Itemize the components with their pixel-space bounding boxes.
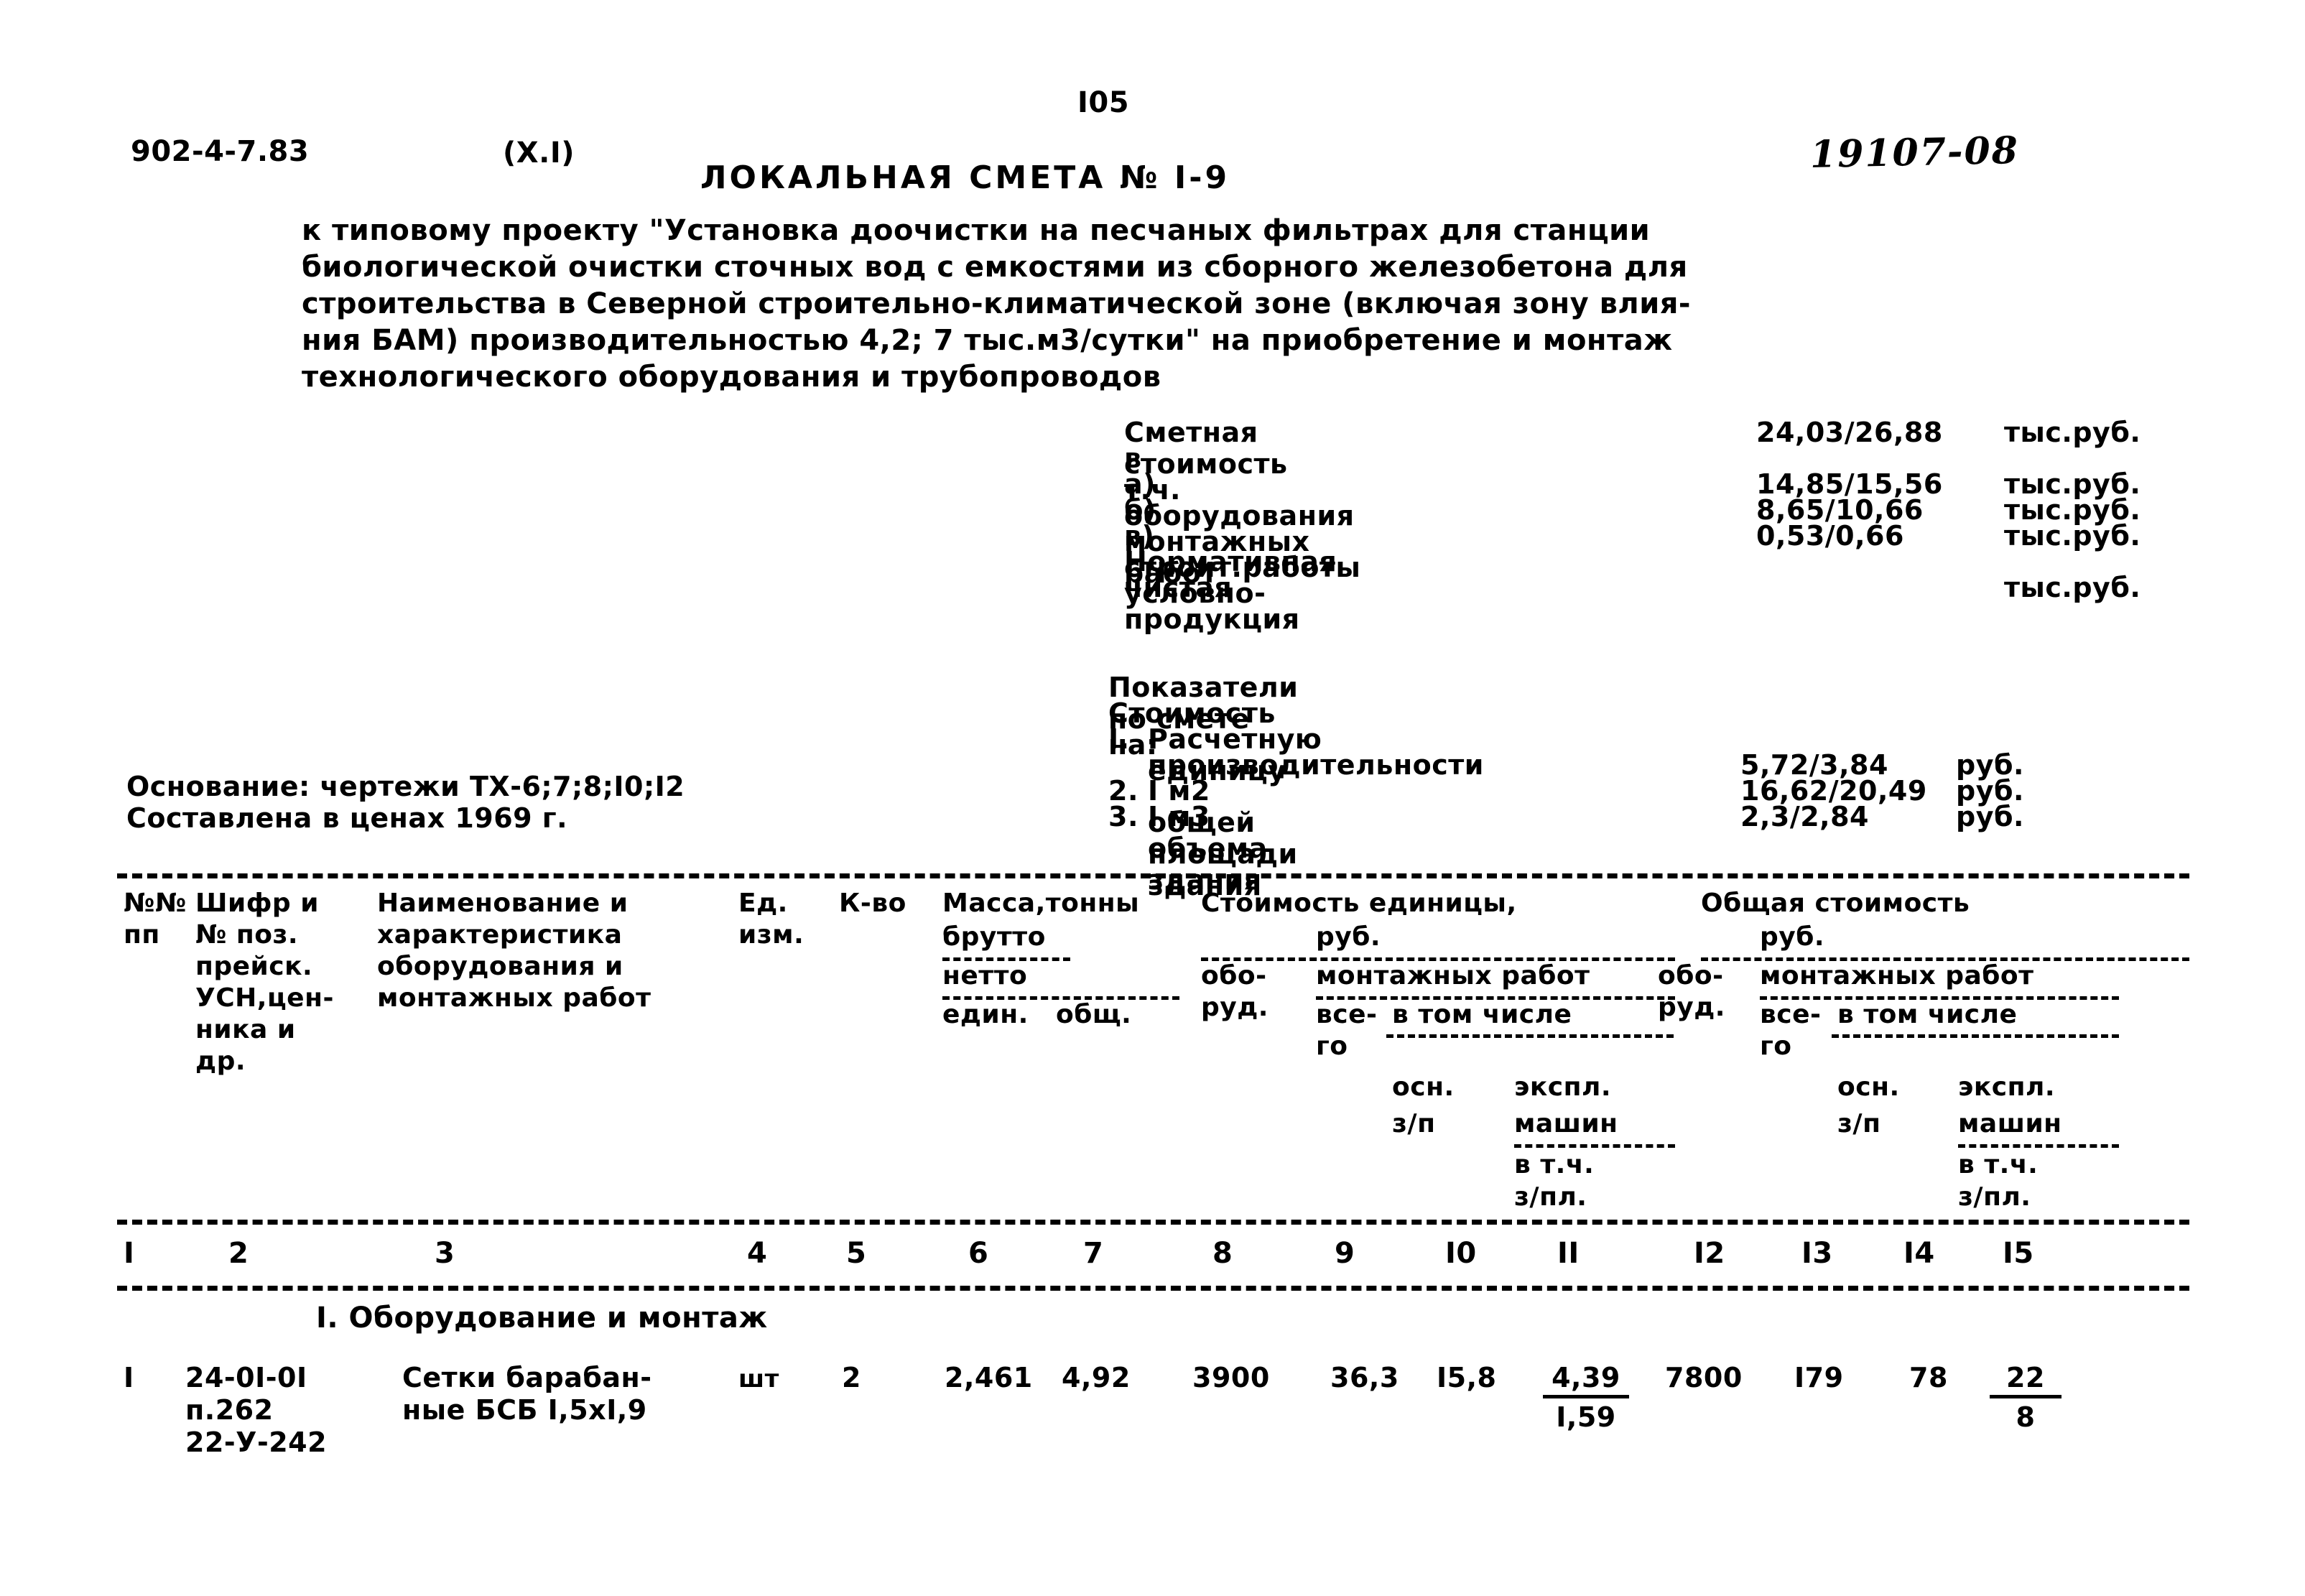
table-colnum-bottom-border: [117, 1286, 2189, 1291]
table-colnum-3: 3: [435, 1237, 455, 1270]
totalcost-vtomchisle-underline: [1832, 1034, 2119, 1038]
row-1-mass-edin: 2,461: [945, 1362, 1033, 1393]
table-header-totalcost-zpl: з/пл.: [1958, 1182, 2031, 1212]
page-number: I05: [1077, 86, 1130, 119]
row-1-unit: шт: [738, 1365, 779, 1393]
table-header-totalcost-montazh: монтажных работ: [1760, 961, 2034, 990]
summary-npp-label-2: чистая продукция: [1124, 572, 1300, 635]
indicator-3-unit: руб.: [1956, 801, 2024, 832]
table-colnum-9: 9: [1335, 1237, 1355, 1270]
indicator-3-value: 2,3/2,84: [1740, 801, 1869, 832]
table-header-unitcost-rub: руб.: [1316, 922, 1381, 952]
table-colnum-10: I0: [1445, 1237, 1477, 1270]
table-header-col4: Ед. изм.: [738, 889, 804, 950]
table-header-unitcost-zp: з/п: [1392, 1109, 1436, 1138]
table-header-mass-edin: един.: [942, 1000, 1029, 1029]
summary-construction-unit: тыс.руб.: [2004, 520, 2141, 552]
basis-drawings: Основание: чертежи ТХ-6;7;8;I0;I2: [126, 771, 685, 802]
document-variant: (X.I): [503, 136, 575, 170]
table-header-totalcost-osn: осн.: [1837, 1072, 1900, 1102]
table-header-unitcost-mashin: машин: [1514, 1109, 1618, 1138]
table-colnum-5: 5: [846, 1237, 867, 1270]
summary-npp-unit: тыс.руб.: [2004, 572, 2141, 603]
table-header-unitcost-vsego: все- го: [1316, 1000, 1378, 1061]
table-header-totalcost-title: Общая стоимость: [1701, 889, 1970, 918]
table-section-title: I. Оборудование и монтаж: [316, 1302, 768, 1335]
row-1-code: 24-0I-0I п.262 22-У-242: [185, 1362, 328, 1458]
summary-total-unit: тыс.руб.: [2004, 417, 2141, 448]
archive-stamp-number: 19107-08: [1809, 128, 2020, 177]
row-1-totalcost-ekspl-bot: 8: [2016, 1401, 2036, 1433]
basis-prices: Составлена в ценах 1969 г.: [126, 802, 568, 834]
basis-block: Основание: чертежи ТХ-6;7;8;I0;I2 Состав…: [126, 771, 685, 834]
table-header-unitcost-vtch: в т.ч.: [1514, 1150, 1595, 1179]
table-colnum-2: 2: [228, 1237, 249, 1270]
table-header-totalcost-rub: руб.: [1760, 922, 1825, 952]
row-1-unitcost-osn-zp: I5,8: [1437, 1362, 1497, 1393]
row-1-unitcost-ekspl-mashin: 4,39 I,59: [1543, 1362, 1629, 1434]
table-header-mass-netto: нетто: [942, 961, 1028, 990]
document-code: 902-4-7.83: [131, 135, 310, 168]
table-header-unitcost-zpl: з/пл.: [1514, 1182, 1587, 1212]
table-colnum-7: 7: [1083, 1237, 1104, 1270]
table-header-totalcost-ekspl: экспл.: [1958, 1072, 2056, 1102]
table-header-col3: Наименование и характеристика оборудован…: [377, 889, 651, 1013]
table-header-unitcost-montazh: монтажных работ: [1316, 961, 1590, 990]
row-1-name: Сетки барабан- ные БСБ I,5xI,9: [402, 1362, 652, 1426]
table-header-totalcost-vsego: все- го: [1760, 1000, 1822, 1061]
table-header-mass-title: Масса,тонны: [942, 889, 1140, 918]
unitcost-vtomchisle-underline: [1386, 1034, 1674, 1038]
row-1-totalcost-oborud: 7800: [1665, 1362, 1743, 1393]
row-1-totalcost-osn-zp: 78: [1909, 1362, 1948, 1393]
row-1-unitcost-ekspl-bot: I,59: [1556, 1401, 1616, 1433]
row-1-unitcost-ekspl-top: 4,39: [1543, 1362, 1629, 1398]
totalcost-mashin-underline: [1958, 1144, 2119, 1148]
row-1-number: I: [124, 1362, 134, 1393]
row-1-totalcost-ekspl-mashin: 22 8: [1990, 1362, 2061, 1434]
table-colnum-8: 8: [1212, 1237, 1233, 1270]
table-colnum-14: I4: [1903, 1237, 1935, 1270]
summary-construction-value: 0,53/0,66: [1756, 520, 1904, 552]
table-header-unitcost-title: Стоимость единицы,: [1201, 889, 1517, 918]
table-header-unitcost-osn: осн.: [1392, 1072, 1455, 1102]
table-colnum-15: I5: [2003, 1237, 2034, 1270]
table-header-totalcost-vtch: в т.ч.: [1958, 1150, 2039, 1179]
indicator-3-label: I м3 объема здания: [1148, 801, 1268, 896]
indicator-1-number: I.: [1108, 723, 1130, 755]
row-1-totalcost-ekspl-top: 22: [1990, 1362, 2061, 1398]
table-header-totalcost-oborud: обо- руд.: [1658, 961, 1725, 1022]
table-header-col5: К-во: [839, 889, 906, 918]
table-top-border: [117, 873, 2189, 878]
table-header-mass-brutto: брутто: [942, 922, 1046, 952]
row-1-mass-obsh: 4,92: [1062, 1362, 1131, 1393]
table-header-totalcost-zp: з/п: [1837, 1109, 1881, 1138]
table-colnum-6: 6: [968, 1237, 989, 1270]
table-header-unitcost-ekspl: экспл.: [1514, 1072, 1612, 1102]
unitcost-mashin-underline: [1514, 1144, 1675, 1148]
table-colnum-12: I2: [1694, 1237, 1725, 1270]
table-colnum-11: II: [1557, 1237, 1580, 1270]
table-header-col1: №№ пп: [124, 889, 187, 950]
table-header-unitcost-vtomchisle: в том числе: [1392, 1000, 1572, 1029]
table-header-mass-obsh: общ.: [1056, 1000, 1132, 1029]
row-1-totalcost-montazh-vsego: I79: [1794, 1362, 1844, 1393]
table-colnum-13: I3: [1801, 1237, 1833, 1270]
project-description: к типовому проекту "Установка доочистки …: [302, 214, 1692, 394]
summary-total-value: 24,03/26,88: [1756, 417, 1943, 448]
row-1-unitcost-montazh-vsego: 36,3: [1330, 1362, 1399, 1393]
table-colnum-4: 4: [747, 1237, 768, 1270]
document-page: 902-4-7.83 (X.I) I05 ЛОКАЛЬНАЯ СМЕТА № I…: [0, 0, 2305, 1596]
indicator-3-number: 3.: [1108, 801, 1138, 832]
table-header-totalcost-vtomchisle: в том числе: [1837, 1000, 2018, 1029]
table-header-totalcost-mashin: машин: [1958, 1109, 2062, 1138]
row-1-qty: 2: [842, 1362, 861, 1393]
page-title: ЛОКАЛЬНАЯ СМЕТА № I-9: [700, 159, 1230, 196]
table-header-unitcost-oborud: обо- руд.: [1201, 961, 1269, 1022]
table-header-col2: Шифр и № поз. прейск. УСН,цен- ника и др…: [195, 889, 334, 1076]
table-colnum-1: I: [124, 1237, 135, 1270]
table-colnum-top-border: [117, 1220, 2189, 1225]
row-1-unitcost-oborud: 3900: [1192, 1362, 1270, 1393]
